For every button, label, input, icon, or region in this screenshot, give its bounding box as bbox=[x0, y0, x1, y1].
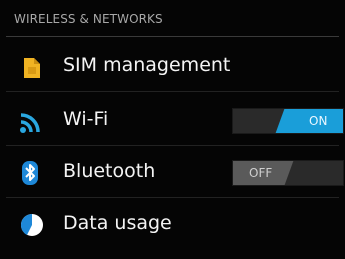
wifi-icon bbox=[18, 107, 46, 135]
wifi-label: Wi-Fi bbox=[63, 108, 109, 130]
sim-management-row[interactable]: SIM management bbox=[0, 40, 345, 92]
row-divider bbox=[6, 91, 339, 92]
bluetooth-toggle[interactable]: OFF bbox=[232, 160, 344, 186]
data-usage-label: Data usage bbox=[63, 212, 172, 234]
data-usage-row[interactable]: Data usage bbox=[0, 198, 345, 250]
sim-management-label: SIM management bbox=[63, 54, 231, 76]
bluetooth-row[interactable]: Bluetooth OFF bbox=[0, 146, 345, 198]
wifi-toggle[interactable]: ON bbox=[232, 108, 344, 134]
section-title: WIRELESS & NETWORKS bbox=[14, 12, 163, 26]
wifi-row[interactable]: Wi-Fi ON bbox=[0, 94, 345, 146]
bluetooth-toggle-knob: OFF bbox=[233, 161, 294, 185]
bluetooth-toggle-state: OFF bbox=[249, 166, 273, 180]
wifi-toggle-state: ON bbox=[308, 114, 328, 128]
sim-card-icon bbox=[18, 53, 46, 81]
settings-screen: WIRELESS & NETWORKS SIM management Wi-Fi bbox=[0, 0, 345, 259]
bluetooth-icon bbox=[18, 159, 46, 187]
data-usage-icon bbox=[18, 211, 46, 239]
wifi-toggle-knob: ON bbox=[275, 109, 343, 133]
wireless-networks-header: WIRELESS & NETWORKS bbox=[0, 0, 345, 38]
section-divider bbox=[6, 36, 339, 37]
bluetooth-label: Bluetooth bbox=[63, 160, 156, 182]
